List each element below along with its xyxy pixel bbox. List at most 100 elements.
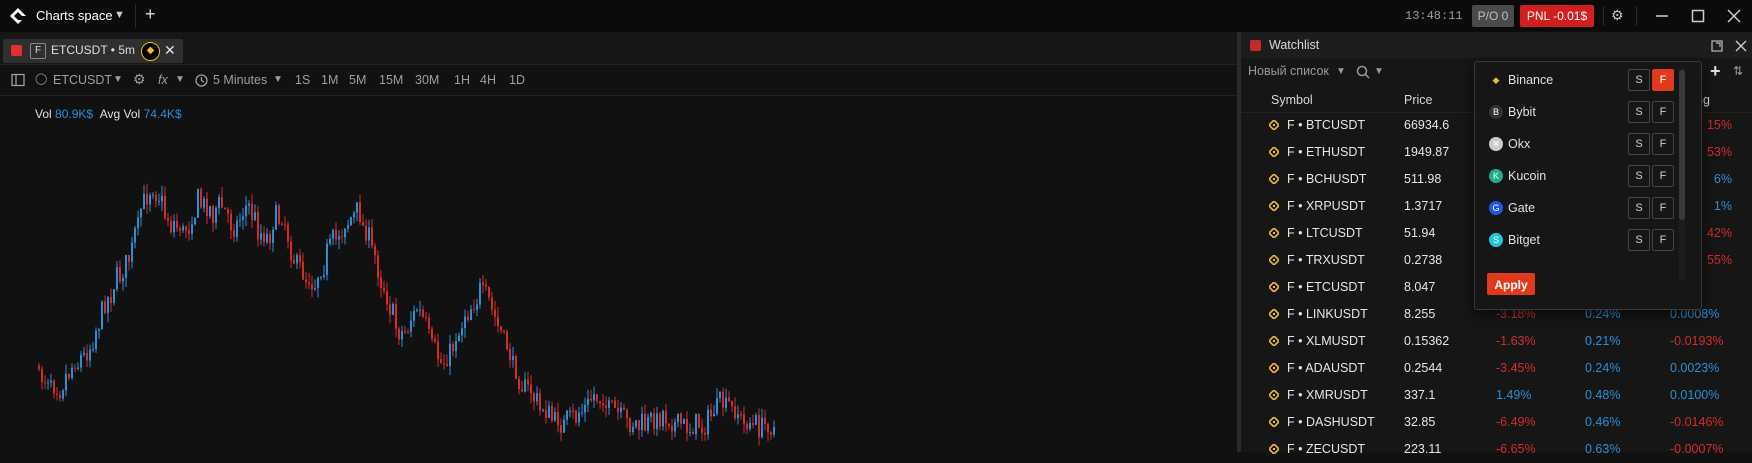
candle-body <box>773 426 775 435</box>
candle-body <box>620 407 622 412</box>
interval-4h[interactable]: 4H <box>480 73 496 87</box>
spot-toggle[interactable]: S <box>1628 165 1650 187</box>
scrollbar-thumb[interactable] <box>1679 70 1685 220</box>
workspace-name[interactable]: Charts space <box>36 8 113 23</box>
chevron-down-icon[interactable]: ▼ <box>113 74 123 85</box>
funding-cell: 6% <box>1713 172 1732 186</box>
column-symbol[interactable]: Symbol <box>1271 93 1313 107</box>
spot-toggle[interactable]: S <box>1628 229 1650 251</box>
watchlist-row[interactable]: F • ADAUSDT 0.2544 -3.45% 0.24% 0.0023% <box>1241 355 1752 382</box>
candle-body <box>323 274 325 277</box>
app-logo-icon[interactable] <box>8 6 28 26</box>
interval-30m[interactable]: 30M <box>415 73 439 87</box>
futures-toggle[interactable]: F <box>1652 101 1674 123</box>
maximize-icon[interactable] <box>1691 9 1705 23</box>
candlestick-plot[interactable] <box>0 96 1237 452</box>
candle-body <box>683 419 685 424</box>
candle-body <box>653 413 655 429</box>
exchange-row-bitget: S Bitget S F <box>1475 225 1675 255</box>
tab-label: ETCUSDT • 5m <box>51 43 135 57</box>
candle-body <box>614 400 616 408</box>
add-symbol-button[interactable]: + <box>1710 61 1721 82</box>
close-icon[interactable] <box>1735 40 1747 52</box>
watchlist-row[interactable]: F • XMRUSDT 337.1 1.49% 0.48% 0.0100% <box>1241 382 1752 409</box>
gear-icon[interactable]: ⚙ <box>133 71 146 88</box>
candle-body <box>668 423 670 427</box>
interval-1m[interactable]: 1M <box>321 73 338 87</box>
candle-body <box>686 419 688 433</box>
watchlist-row[interactable]: F • ZECUSDT 223.11 -6.65% 0.63% -0.0007% <box>1241 436 1752 463</box>
candle-body <box>218 196 220 208</box>
minimize-icon[interactable] <box>1655 9 1669 23</box>
candle-body <box>623 407 625 410</box>
candle-body <box>488 286 490 298</box>
candle-body <box>320 276 322 278</box>
po-badge[interactable]: P/O 0 <box>1472 5 1514 27</box>
pnl-badge[interactable]: PNL -0.01$ <box>1520 5 1594 27</box>
chevron-down-icon[interactable]: ▼ <box>114 9 125 21</box>
price-cell: 32.85 <box>1404 415 1436 429</box>
chart-tab-bar <box>0 32 1237 65</box>
gear-icon[interactable]: ⚙ <box>1611 7 1624 24</box>
binance-icon <box>1269 282 1279 292</box>
close-tab-icon[interactable]: ✕ <box>164 42 176 59</box>
futures-toggle[interactable]: F <box>1652 229 1674 251</box>
chevron-down-icon[interactable]: ▼ <box>273 74 283 85</box>
gate-icon: G <box>1489 201 1503 215</box>
futures-toggle[interactable]: F <box>1652 197 1674 219</box>
funding-cell: 53% <box>1706 145 1732 159</box>
futures-toggle[interactable]: F <box>1652 165 1674 187</box>
candle-body <box>746 423 748 429</box>
candle-body <box>62 390 64 399</box>
candle-body <box>137 217 139 229</box>
watchlist-selector[interactable]: Новый список <box>1248 64 1329 78</box>
popout-icon[interactable] <box>1711 40 1723 52</box>
interval-15m[interactable]: 15M <box>379 73 403 87</box>
candle-body <box>476 304 478 310</box>
chevron-down-icon[interactable]: ▼ <box>175 74 185 85</box>
futures-toggle[interactable]: F <box>1652 133 1674 155</box>
candle-body <box>272 229 274 244</box>
candle-body <box>575 411 577 423</box>
futures-toggle[interactable]: F <box>1652 69 1674 91</box>
chevron-down-icon[interactable]: ▼ <box>1374 66 1384 77</box>
spot-toggle[interactable]: S <box>1628 197 1650 219</box>
add-workspace-button[interactable]: + <box>145 4 156 25</box>
binance-icon <box>1269 336 1279 346</box>
interval-1d[interactable]: 1D <box>509 73 525 87</box>
market-type-badge: F <box>30 43 46 59</box>
symbol-cell: F • ZECUSDT <box>1287 442 1365 456</box>
symbol-selector[interactable]: ETCUSDT <box>53 73 112 87</box>
candle-body <box>143 193 145 209</box>
candle-body <box>293 260 295 264</box>
interval-1h[interactable]: 1H <box>454 73 470 87</box>
price-chart[interactable] <box>0 96 1237 452</box>
spot-toggle[interactable]: S <box>1628 101 1650 123</box>
apply-button[interactable]: Apply <box>1487 273 1535 295</box>
indicators-button[interactable]: fx <box>158 73 168 87</box>
search-icon[interactable] <box>1356 65 1370 79</box>
candle-body <box>407 331 409 333</box>
symbol-cell: F • ADAUSDT <box>1287 361 1365 375</box>
candle-body <box>104 301 106 314</box>
interval-1s[interactable]: 1S <box>295 73 310 87</box>
chart-tab[interactable]: F ETCUSDT • 5m ◆ ✕ <box>3 39 183 63</box>
tab-color-marker[interactable] <box>11 45 22 56</box>
watchlist-row[interactable]: F • DASHUSDT 32.85 -6.49% 0.46% -0.0146% <box>1241 409 1752 436</box>
chevron-down-icon[interactable]: ▼ <box>1336 66 1346 77</box>
sort-icon[interactable]: ⇅ <box>1733 64 1743 78</box>
candle-body <box>191 224 193 234</box>
interval-selector[interactable]: 5 Minutes <box>213 73 267 87</box>
spot-toggle[interactable]: S <box>1628 69 1650 91</box>
candle-body <box>590 398 592 401</box>
watchlist-row[interactable]: F • XLMUSDT 0.15362 -1.63% 0.21% -0.0193% <box>1241 328 1752 355</box>
candle-body <box>50 380 52 383</box>
close-icon[interactable] <box>1727 9 1741 23</box>
column-price[interactable]: Price <box>1404 93 1432 107</box>
candle-body <box>287 224 289 242</box>
watchlist-color-marker[interactable] <box>1250 40 1261 51</box>
sidebar-toggle-icon[interactable] <box>11 73 25 87</box>
symbol-cell: F • BCHUSDT <box>1287 172 1367 186</box>
spot-toggle[interactable]: S <box>1628 133 1650 155</box>
interval-5m[interactable]: 5M <box>349 73 366 87</box>
